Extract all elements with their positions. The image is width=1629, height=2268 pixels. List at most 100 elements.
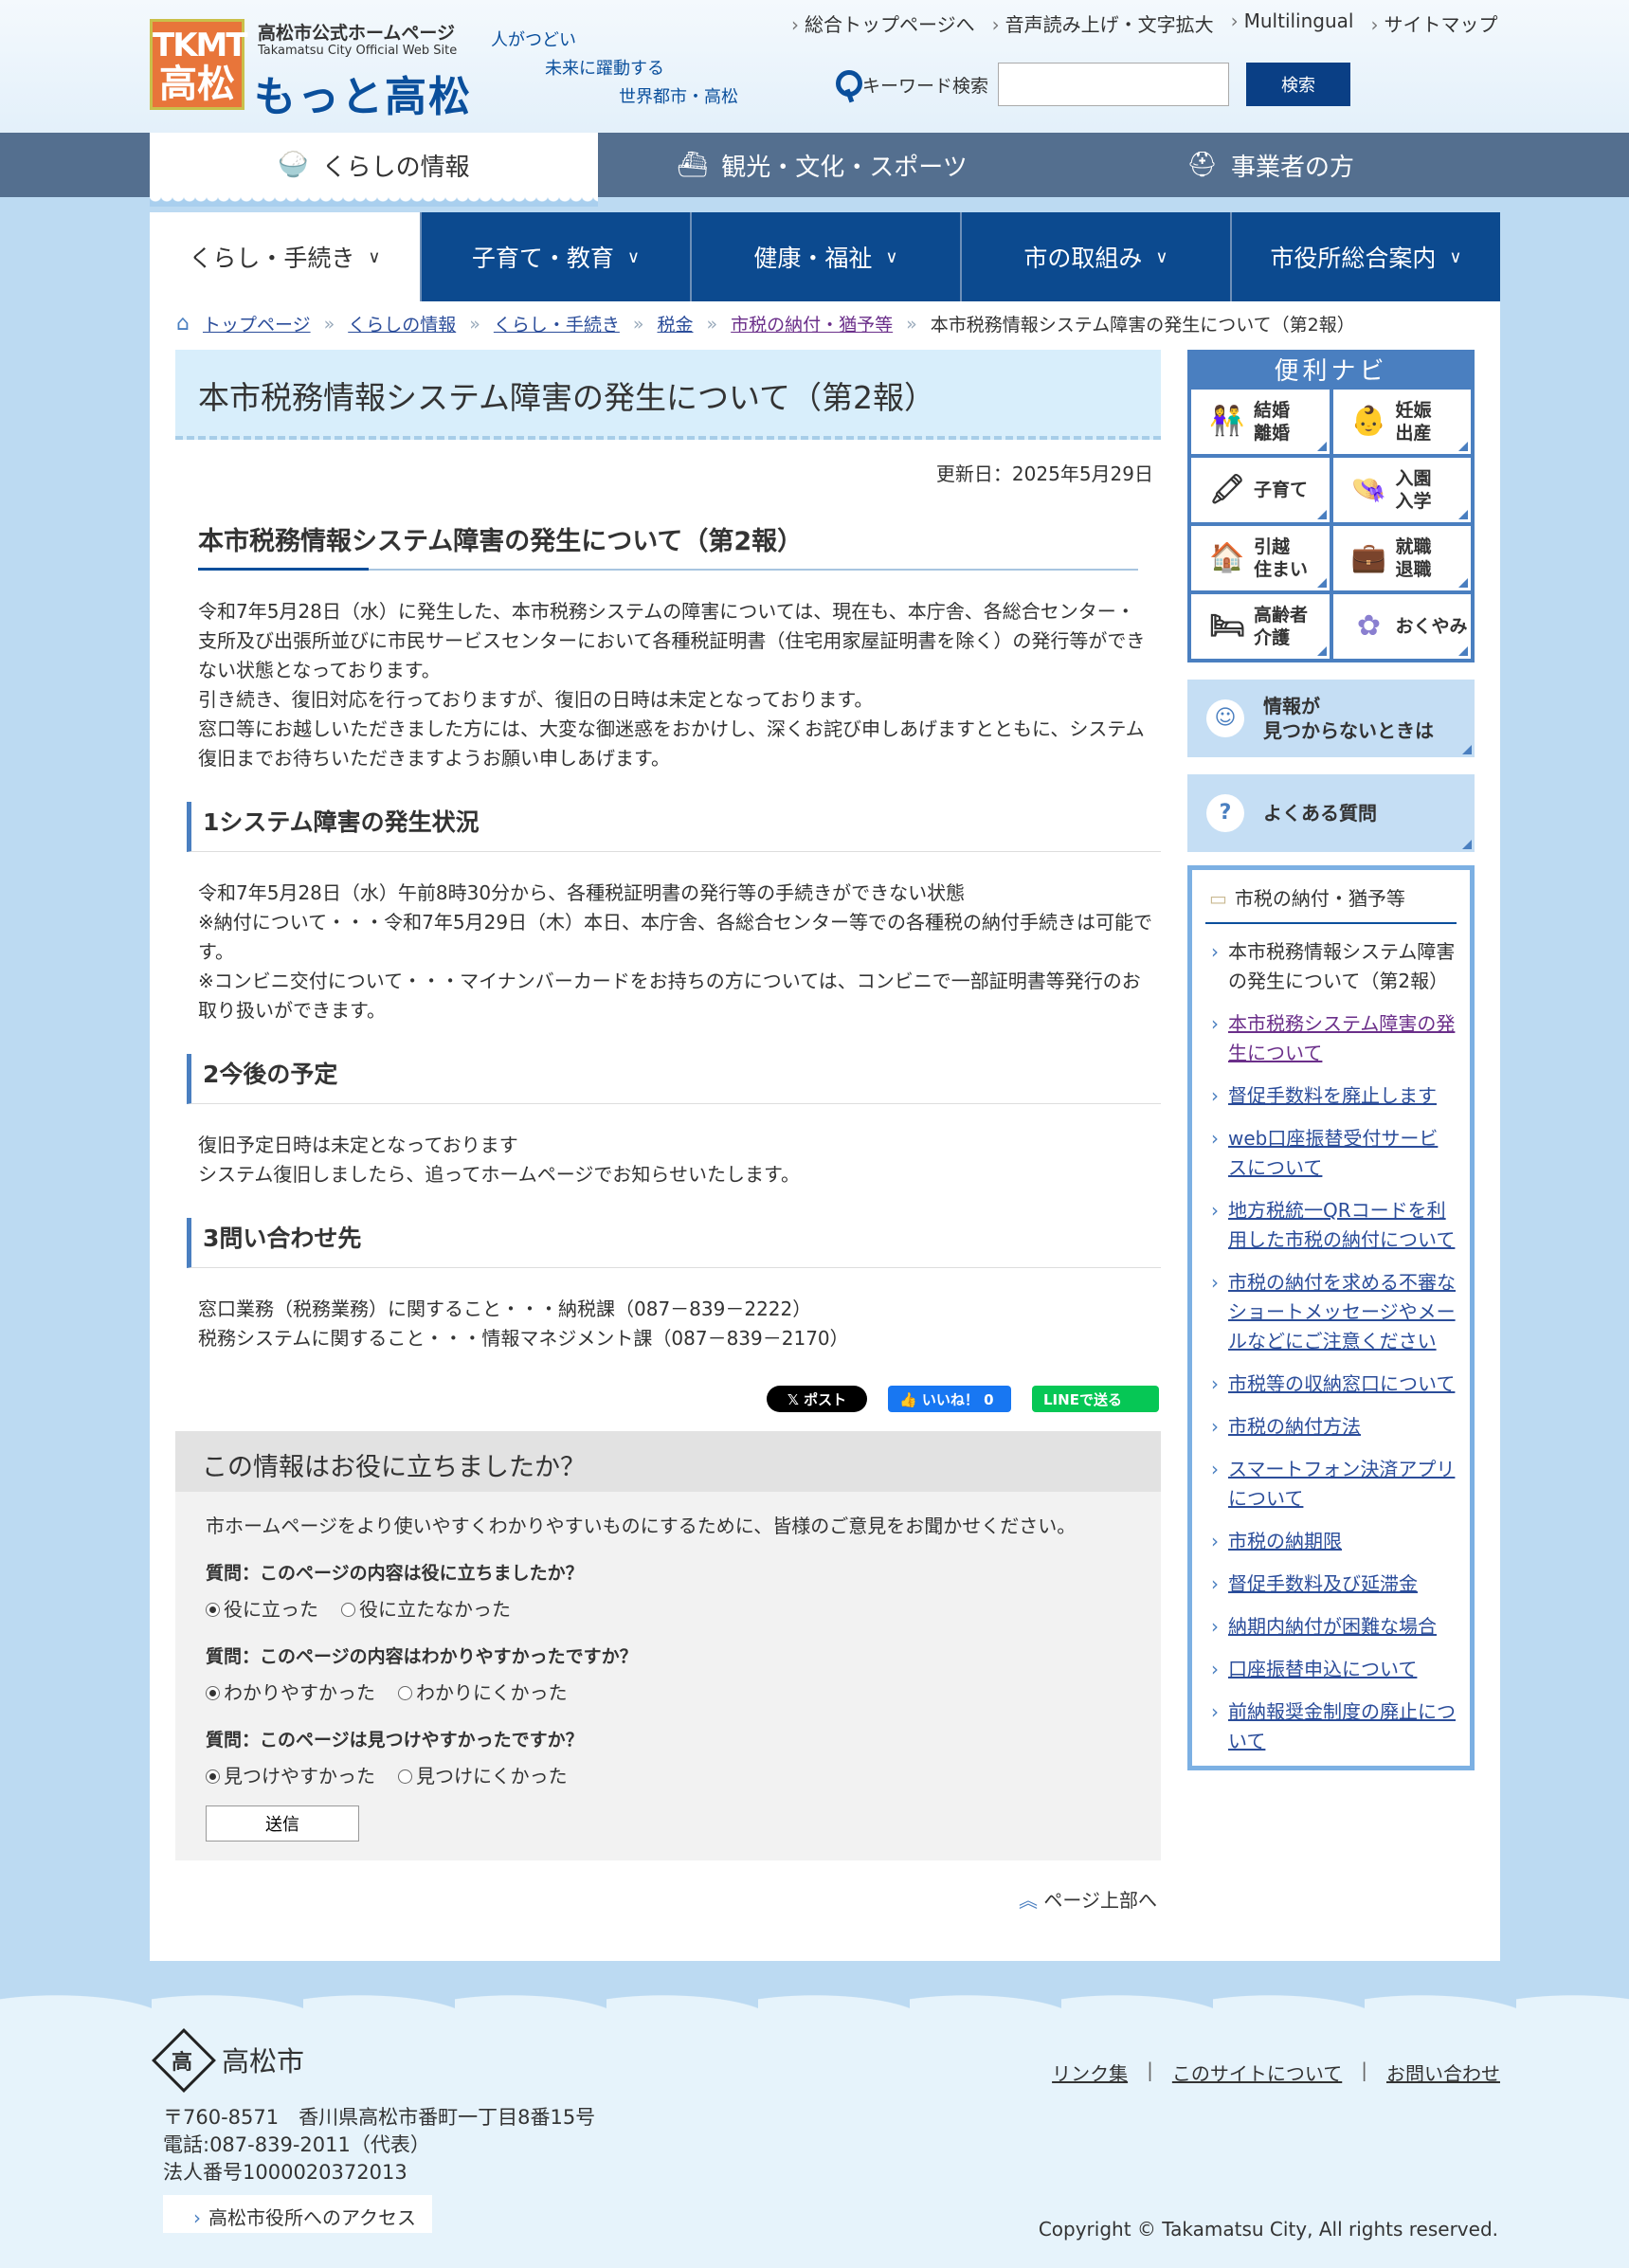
tab-tourism[interactable]: ⛴ 観光・文化・スポーツ: [598, 133, 1046, 197]
radio-option[interactable]: 役に立った: [206, 1594, 318, 1622]
related-item[interactable]: 市税の納期限: [1205, 1527, 1457, 1556]
related-item[interactable]: 前納報奨金制度の廃止について: [1205, 1697, 1457, 1756]
help-link[interactable]: ☺ 情報が 見つからないときは: [1187, 680, 1475, 757]
util-link-voice[interactable]: 音声読み上げ・文字拡大: [992, 9, 1214, 37]
gnav-item-living[interactable]: くらし・手続き ∨: [150, 212, 420, 301]
related-link[interactable]: 地方税統一QRコードを利用した市税の納付について: [1228, 1199, 1455, 1251]
gnav-item-health[interactable]: 健康・福祉 ∨: [690, 212, 960, 301]
navi-item-condolence[interactable]: ✿ おくやみ: [1332, 594, 1471, 659]
search-button[interactable]: 検索: [1246, 63, 1351, 106]
couple-icon: 👫: [1209, 405, 1245, 438]
radio-option[interactable]: 見つけにくかった: [398, 1761, 568, 1788]
related-item[interactable]: 納期内納付が困難な場合: [1205, 1612, 1457, 1642]
breadcrumb-link[interactable]: 市税の納付・猶予等: [731, 311, 893, 336]
related-link[interactable]: 本市税務システム障害の発生について: [1228, 1012, 1455, 1064]
related-item[interactable]: 市税の納付を求める不審なショートメッセージやメールなどにご注意ください: [1205, 1268, 1457, 1356]
related-item[interactable]: 口座振替申込について: [1205, 1655, 1457, 1684]
intro-line: 令和7年5月28日（水）に発生した、本市税務システムの障害については、現在も、本…: [198, 600, 1146, 681]
util-link-top[interactable]: 総合トップページへ: [791, 9, 975, 37]
survey-question: 質問：このページの内容は役に立ちましたか？: [206, 1563, 584, 1584]
footer-link-about[interactable]: このサイトについて: [1172, 2059, 1342, 2086]
related-link[interactable]: 市税の納付を求める不審なショートメッセージやメールなどにご注意ください: [1228, 1271, 1456, 1352]
related-link[interactable]: web口座振替受付サービスについて: [1228, 1127, 1438, 1179]
navi-item-elderly[interactable]: 🛏 高齢者 介護: [1191, 594, 1330, 659]
footer-link-contact[interactable]: お問い合わせ: [1386, 2059, 1500, 2086]
related-link[interactable]: 市税等の収納窓口について: [1228, 1372, 1455, 1395]
related-item[interactable]: 本市税務システム障害の発生について: [1205, 1009, 1457, 1068]
related-link[interactable]: 前納報奨金制度の廃止について: [1228, 1700, 1456, 1752]
gnav-item-childcare[interactable]: 子育て・教育 ∨: [420, 212, 690, 301]
related-link[interactable]: 督促手数料及び延滞金: [1228, 1572, 1418, 1595]
site-name[interactable]: もっと高松: [254, 63, 472, 123]
gnav-label: 市の取組み: [1023, 245, 1143, 272]
radio-option[interactable]: わかりやすかった: [206, 1678, 375, 1705]
navi-label: 高齢者 介護: [1254, 605, 1309, 648]
line-share-button[interactable]: LINEで送る: [1032, 1386, 1159, 1412]
section-line: ※納付について・・・令和7年5月29日（木）本日、本庁舎、各総合センター等での各…: [198, 911, 1153, 963]
breadcrumb-link[interactable]: くらし・手続き: [494, 311, 620, 336]
survey-title: この情報はお役に立ちましたか？: [175, 1431, 1161, 1492]
phone-line: 電話:087-839-2011（代表）: [163, 2133, 430, 2156]
util-link-multilingual[interactable]: Multilingual: [1231, 9, 1354, 37]
radio-button[interactable]: [206, 1686, 220, 1700]
section-text: 復旧予定日時は未定となっております システム復旧しましたら、追ってホームページで…: [198, 1131, 1153, 1189]
navi-item-school[interactable]: 👒 入園 入学: [1332, 458, 1471, 522]
radio-button[interactable]: [341, 1603, 355, 1617]
tab-label: 事業者の方: [1231, 153, 1355, 182]
navi-item-moving[interactable]: 🏠 引越 住まい: [1191, 526, 1330, 590]
intro-line: 窓口等にお越しいただきました方には、大変な御迷惑をおかけし、深くお詫び申しあげま…: [198, 717, 1145, 770]
chevron-down-icon: ∨: [885, 246, 898, 267]
site-logo[interactable]: TKMT 高松: [150, 19, 248, 110]
breadcrumb-link[interactable]: トップページ: [203, 311, 311, 336]
related-item[interactable]: 督促手数料を廃止します: [1205, 1081, 1457, 1111]
divider: |: [1147, 2059, 1153, 2081]
section-line: 税務システムに関すること・・・情報マネジメント課（087－839－2170）: [198, 1327, 849, 1350]
related-item[interactable]: スマートフォン決済アプリについて: [1205, 1455, 1457, 1514]
radio-button[interactable]: [206, 1603, 220, 1617]
breadcrumb-link[interactable]: 税金: [658, 311, 694, 336]
navi-label: 妊娠 出産: [1395, 400, 1432, 444]
navi-item-marriage[interactable]: 👫 結婚 離婚: [1191, 390, 1330, 454]
radio-button[interactable]: [398, 1686, 412, 1700]
navi-item-pregnancy[interactable]: 👶 妊娠 出産: [1332, 390, 1471, 454]
submit-button[interactable]: 送信: [206, 1805, 359, 1842]
radio-button[interactable]: [206, 1769, 220, 1784]
gnav-item-initiatives[interactable]: 市の取組み ∨: [960, 212, 1230, 301]
radio-option[interactable]: 役に立たなかった: [341, 1594, 511, 1622]
footer-link-links[interactable]: リンク集: [1052, 2059, 1128, 2086]
access-button[interactable]: 高松市役所へのアクセス: [163, 2195, 432, 2233]
tab-business[interactable]: ⛑ 事業者の方: [1046, 133, 1494, 197]
related-link[interactable]: 口座振替申込について: [1228, 1658, 1417, 1680]
global-nav: くらし・手続き ∨ 子育て・教育 ∨ 健康・福祉 ∨ 市の取組み ∨ 市役所総合案内 ∨: [150, 212, 1500, 301]
breadcrumb-link[interactable]: くらしの情報: [348, 311, 456, 336]
related-link[interactable]: 市税の納付方法: [1228, 1415, 1361, 1438]
facebook-like-button[interactable]: 👍 いいね！ 0: [888, 1386, 1011, 1412]
question-icon: ?: [1206, 794, 1244, 832]
page-top-link[interactable]: ︽ ページ上部へ: [175, 1885, 1161, 1913]
option-label: 見つけにくかった: [416, 1765, 568, 1787]
navi-item-employment[interactable]: 💼 就職 退職: [1332, 526, 1471, 590]
related-item[interactable]: 市税等の収納窓口について: [1205, 1370, 1457, 1399]
navi-item-childcare[interactable]: 🖍 子育て: [1191, 458, 1330, 522]
search-input[interactable]: [998, 63, 1230, 106]
related-item[interactable]: 督促手数料及び延滞金: [1205, 1569, 1457, 1599]
related-item[interactable]: 地方税統一QRコードを利用した市税の納付について: [1205, 1196, 1457, 1255]
tab-life[interactable]: 🍚 くらしの情報: [150, 133, 598, 207]
related-link[interactable]: スマートフォン決済アプリについて: [1228, 1458, 1455, 1510]
related-link[interactable]: 納期内納付が困難な場合: [1228, 1615, 1437, 1638]
hat-icon: 👒: [1350, 473, 1387, 506]
radio-option[interactable]: わかりにくかった: [398, 1678, 568, 1705]
section-text: 令和7年5月28日（水）午前8時30分から、各種税証明書の発行等の手続きができな…: [198, 879, 1153, 1025]
util-link-sitemap[interactable]: サイトマップ: [1370, 9, 1497, 37]
radio-button[interactable]: [398, 1769, 412, 1784]
radio-option[interactable]: 見つけやすかった: [206, 1761, 375, 1788]
gnav-item-cityhall[interactable]: 市役所総合案内 ∨: [1230, 212, 1500, 301]
related-label: 本市税務情報システム障害の発生について（第2報）: [1228, 940, 1456, 992]
x-post-button[interactable]: 𝕏 ポスト: [767, 1386, 867, 1412]
faq-link[interactable]: ? よくある質問: [1187, 774, 1475, 852]
related-link[interactable]: 市税の納期限: [1228, 1530, 1342, 1552]
related-item[interactable]: web口座振替受付サービスについて: [1205, 1124, 1457, 1183]
related-item[interactable]: 市税の納付方法: [1205, 1412, 1457, 1442]
breadcrumb: ⌂ トップページ » くらしの情報 » くらし・手続き » 税金 » 市税の納付・猶予等…: [176, 311, 1355, 336]
related-link[interactable]: 督促手数料を廃止します: [1228, 1084, 1437, 1107]
